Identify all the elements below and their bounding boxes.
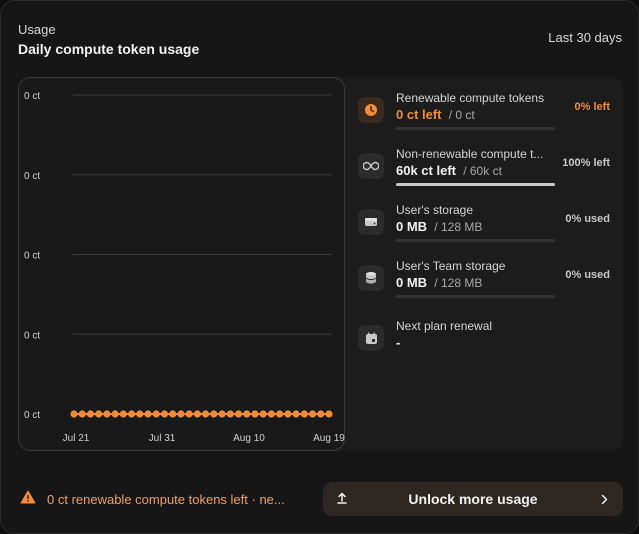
data-point[interactable] <box>111 410 119 418</box>
item-percent: 0% used <box>565 269 610 281</box>
team-storage-row: User's Team storage 0 MB / 128 MB 0% use… <box>356 259 623 309</box>
item-name: Renewable compute tokens <box>396 91 545 105</box>
item-progress <box>396 183 555 186</box>
usage-chart: 0 ct 0 ct 0 ct 0 ct 0 ct Jul 21 Jul 31 Aug 10 Au… <box>18 77 345 451</box>
data-point[interactable] <box>95 410 103 418</box>
warning-text: 0 ct renewable compute tokens left · ne.… <box>47 491 285 507</box>
item-name: User's Team storage <box>396 259 506 273</box>
unlock-more-usage-button[interactable]: Unlock more usage <box>323 482 623 516</box>
data-point[interactable] <box>226 410 234 418</box>
data-point[interactable] <box>127 410 136 418</box>
item-progress <box>396 239 555 242</box>
data-point[interactable] <box>284 410 292 418</box>
warning-icon <box>20 490 36 509</box>
card-title: Daily compute token usage <box>18 41 200 57</box>
data-point[interactable] <box>325 410 333 418</box>
data-point[interactable] <box>70 410 78 418</box>
data-point[interactable] <box>185 410 193 418</box>
data-point[interactable] <box>218 410 226 418</box>
x-tick-label: Jul 21 <box>63 433 90 444</box>
data-point[interactable] <box>234 410 243 418</box>
renewable-tokens-row: Renewable compute tokens 0 ct left / 0 c… <box>356 91 623 141</box>
data-point[interactable] <box>243 410 251 418</box>
button-label: Unlock more usage <box>408 491 538 507</box>
data-point[interactable] <box>308 410 317 418</box>
item-progress <box>396 127 555 130</box>
data-point[interactable] <box>259 410 267 418</box>
item-percent: 0% used <box>565 213 610 225</box>
item-value: 60k ct left <box>396 163 456 178</box>
database-icon <box>358 265 384 291</box>
y-tick-label: 0 ct <box>24 91 40 102</box>
item-total: / 60k ct <box>463 164 502 178</box>
item-percent: 0% left <box>574 101 610 113</box>
item-total: / 128 MB <box>434 220 483 234</box>
data-point[interactable] <box>78 410 86 418</box>
y-tick-label: 0 ct <box>24 171 40 182</box>
chart-svg: 0 ct 0 ct 0 ct 0 ct 0 ct Jul 21 Jul 31 Aug 10 Au… <box>24 91 345 444</box>
usage-list: Renewable compute tokens 0 ct left / 0 c… <box>356 77 623 451</box>
x-tick-label: Aug 10 <box>233 433 265 444</box>
user-storage-row: User's storage 0 MB / 128 MB 0% used <box>356 203 623 253</box>
data-point[interactable] <box>210 410 218 418</box>
data-point[interactable] <box>177 410 185 418</box>
y-tick-label: 0 ct <box>24 251 40 262</box>
data-point[interactable] <box>144 410 152 418</box>
data-point[interactable] <box>103 410 111 418</box>
item-value: - <box>396 335 401 350</box>
item-total: / 128 MB <box>434 276 483 290</box>
data-point[interactable] <box>193 410 201 418</box>
item-value: 0 MB <box>396 275 428 290</box>
data-point[interactable] <box>136 410 144 418</box>
data-point[interactable] <box>300 410 308 418</box>
date-range[interactable]: Last 30 days <box>548 30 622 45</box>
low-balance-warning: 0 ct renewable compute tokens left · ne.… <box>20 489 312 509</box>
item-value: 0 MB <box>396 219 428 234</box>
progress-fill <box>396 183 555 186</box>
y-tick-label: 0 ct <box>24 330 40 341</box>
data-point[interactable] <box>160 410 169 418</box>
item-progress <box>396 295 555 298</box>
data-point[interactable] <box>86 410 95 418</box>
usage-card: Usage Daily compute token usage Last 30 … <box>0 0 639 534</box>
item-name: Non-renewable compute t... <box>396 147 544 161</box>
data-point[interactable] <box>276 410 284 418</box>
calendar-icon <box>358 325 384 351</box>
section-label: Usage <box>18 22 56 37</box>
data-point[interactable] <box>169 410 177 418</box>
x-tick-label: Jul 31 <box>149 433 176 444</box>
y-tick-label: 0 ct <box>24 410 40 421</box>
data-point[interactable] <box>202 410 210 418</box>
plan-renewal-row: Next plan renewal - <box>356 319 623 369</box>
item-name: Next plan renewal <box>396 319 493 333</box>
infinity-icon <box>358 153 384 179</box>
data-point[interactable] <box>292 410 300 418</box>
chevron-right-icon <box>601 493 608 508</box>
data-point[interactable] <box>317 410 325 418</box>
x-tick-label: Aug 19 <box>313 433 345 444</box>
data-point[interactable] <box>119 410 127 418</box>
item-name: User's storage <box>396 203 473 217</box>
usage-panel: 0 ct 0 ct 0 ct 0 ct 0 ct Jul 21 Jul 31 Aug 10 Au… <box>18 77 623 451</box>
data-point[interactable] <box>152 410 160 418</box>
non-renewable-tokens-row: Non-renewable compute t... 60k ct left /… <box>356 147 623 197</box>
drive-icon <box>358 209 384 235</box>
item-value: 0 ct left <box>396 107 442 122</box>
item-percent: 100% left <box>562 157 610 169</box>
data-point[interactable] <box>267 410 276 418</box>
clock-icon <box>358 97 384 123</box>
item-total: / 0 ct <box>448 108 475 122</box>
data-point[interactable] <box>251 410 259 418</box>
